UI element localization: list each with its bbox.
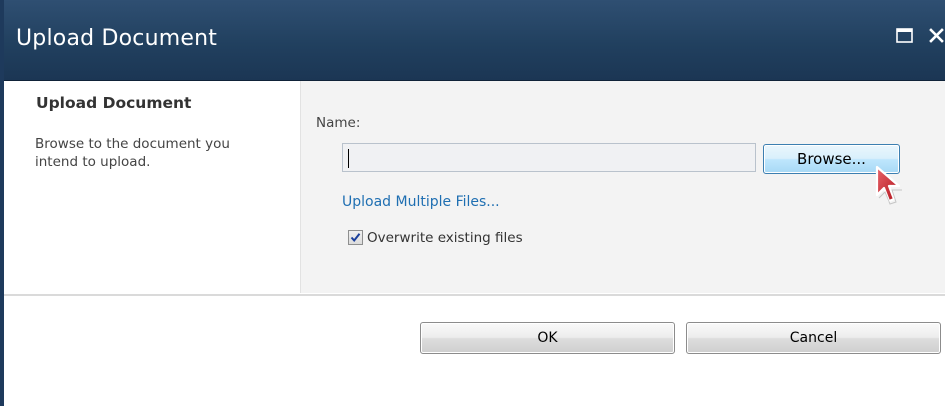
- ok-button[interactable]: OK: [420, 322, 675, 354]
- close-icon[interactable]: [928, 23, 945, 49]
- dialog-titlebar: Upload Document: [0, 0, 945, 81]
- maximize-icon[interactable]: [895, 26, 915, 46]
- description-panel: Upload Document Browse to the document y…: [4, 81, 300, 293]
- upload-multiple-files-link[interactable]: Upload Multiple Files...: [342, 194, 500, 210]
- checkmark-icon: [350, 233, 361, 243]
- text-caret: [348, 149, 349, 168]
- footer-divider: [4, 294, 945, 296]
- section-description: Browse to the document you intend to upl…: [35, 136, 230, 170]
- overwrite-checkbox[interactable]: [348, 230, 363, 245]
- cancel-button[interactable]: Cancel: [686, 322, 941, 354]
- dialog-title: Upload Document: [16, 26, 218, 51]
- upload-document-dialog: Upload Document Upload Document Browse t…: [0, 0, 945, 406]
- form-panel: Name: Browse... Upload Multiple Files...: [300, 81, 945, 293]
- file-name-input[interactable]: [342, 143, 756, 172]
- pointer-cursor-icon: [875, 165, 905, 207]
- name-label: Name:: [316, 115, 361, 131]
- section-heading: Upload Document: [36, 94, 192, 112]
- overwrite-label[interactable]: Overwrite existing files: [367, 230, 523, 246]
